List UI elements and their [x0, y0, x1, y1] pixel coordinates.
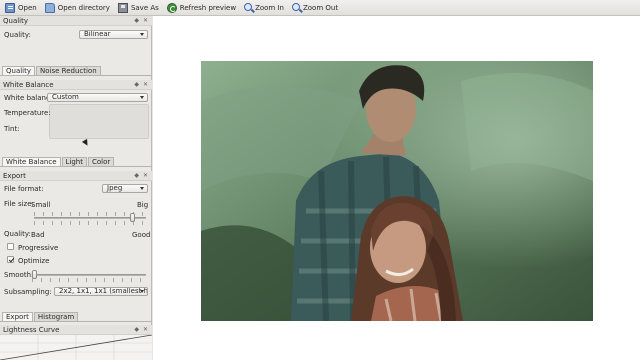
smooth-label: Smooth:	[4, 271, 34, 279]
float-icon[interactable]: ◆	[134, 80, 139, 89]
zoom-in-icon	[244, 3, 253, 11]
tab-noise-reduction[interactable]: Noise Reduction	[36, 66, 101, 75]
quality-select-value: Bilinear	[84, 30, 111, 38]
lightness-curve-panel-title: Lightness Curve	[3, 326, 60, 334]
chevron-down-icon	[140, 290, 144, 293]
divider	[0, 321, 152, 322]
optimize-checkbox[interactable]	[7, 256, 14, 263]
refresh-preview-button[interactable]: Refresh preview	[165, 1, 240, 15]
preview-photo	[201, 61, 593, 321]
lightness-curve-panel: Lightness Curve ◆ ✕	[0, 325, 152, 360]
open-directory-button[interactable]: Open directory	[43, 1, 114, 15]
tab-light[interactable]: Light	[61, 157, 87, 166]
settings-dock: Quality ◆ ✕ Quality: Bilinear Quality Noi…	[0, 16, 152, 360]
save-icon	[117, 2, 128, 13]
float-icon[interactable]: ◆	[134, 16, 139, 25]
white-balance-tabs: White Balance Light Color	[2, 157, 115, 166]
file-format-select-value: Jpeg	[107, 184, 123, 192]
quality-panel-header: Quality ◆ ✕	[0, 16, 152, 26]
chevron-down-icon	[140, 33, 144, 36]
save-as-label: Save As	[130, 3, 159, 12]
quality-max-label: Good	[132, 231, 151, 239]
quality-min-label: Bad	[31, 231, 45, 239]
tab-export[interactable]: Export	[2, 312, 33, 321]
smooth-slider-handle[interactable]	[32, 270, 37, 279]
subsampling-label: Subsampling:	[4, 288, 52, 296]
refresh-icon	[166, 2, 177, 13]
lightness-curve-graph[interactable]	[0, 335, 152, 360]
file-format-label: File format:	[4, 185, 44, 193]
save-as-button[interactable]: Save As	[116, 1, 163, 15]
file-size-slider-track[interactable]	[34, 217, 146, 219]
divider	[0, 75, 152, 76]
white-balance-select-value: Custom	[52, 93, 79, 101]
folder-icon	[44, 2, 55, 13]
export-panel: Export ◆ ✕	[0, 171, 152, 181]
smooth-slider-track[interactable]	[32, 274, 146, 276]
open-button-label: Open	[18, 3, 37, 12]
optimize-label: Optimize	[18, 257, 50, 265]
export-tabs: Export Histogram	[2, 312, 79, 321]
white-balance-panel-header: White Balance ◆ ✕	[0, 80, 152, 90]
white-balance-panel-title: White Balance	[3, 81, 54, 89]
temperature-label: Temperature:	[4, 109, 51, 117]
open-button[interactable]: Open	[3, 1, 41, 15]
main-toolbar: Open Open directory Save As Refresh prev…	[0, 0, 640, 16]
file-size-slider-handle[interactable]	[130, 213, 136, 222]
zoom-out-icon	[291, 3, 300, 11]
subsampling-select[interactable]: 2x2, 1x1, 1x1 (smallest file)	[54, 287, 148, 296]
open-directory-label: Open directory	[57, 3, 110, 12]
close-icon[interactable]: ✕	[143, 80, 148, 89]
subsampling-select-value: 2x2, 1x1, 1x1 (smallest file)	[59, 287, 148, 295]
file-size-min-label: Small	[31, 201, 51, 209]
white-balance-panel: White Balance ◆ ✕	[0, 80, 152, 90]
file-size-max-label: Big	[137, 201, 149, 209]
white-balance-select[interactable]: Custom	[47, 93, 148, 102]
export-quality-label: Quality:	[4, 230, 31, 238]
file-format-select[interactable]: Jpeg	[102, 184, 148, 193]
progressive-label: Progressive	[18, 244, 59, 252]
photo-couple-image	[201, 61, 593, 321]
file-size-label: File size:	[4, 200, 34, 208]
tint-label: Tint:	[4, 125, 20, 133]
quality-label: Quality:	[4, 31, 31, 39]
float-icon[interactable]: ◆	[134, 171, 139, 180]
quality-panel-title: Quality	[3, 17, 29, 25]
refresh-preview-label: Refresh preview	[179, 3, 237, 12]
divider	[0, 166, 152, 167]
tab-histogram[interactable]: Histogram	[33, 312, 79, 321]
chevron-down-icon	[140, 96, 144, 99]
zoom-out-button[interactable]: Zoom Out	[290, 1, 342, 15]
close-icon[interactable]: ✕	[143, 16, 148, 25]
lightness-curve-panel-header: Lightness Curve ◆ ✕	[0, 325, 152, 335]
progressive-checkbox[interactable]	[7, 243, 14, 250]
quality-tabs: Quality Noise Reduction	[2, 66, 102, 75]
open-file-icon	[5, 2, 15, 13]
tab-quality[interactable]: Quality	[2, 66, 36, 75]
tab-color[interactable]: Color	[87, 157, 115, 166]
file-size-ticks	[34, 221, 146, 225]
file-size-ticks	[34, 212, 146, 216]
export-panel-title: Export	[3, 172, 26, 180]
quality-select[interactable]: Bilinear	[79, 30, 148, 39]
close-icon[interactable]: ✕	[143, 325, 148, 334]
float-icon[interactable]: ◆	[134, 325, 139, 334]
tab-white-balance[interactable]: White Balance	[2, 157, 61, 166]
zoom-in-button[interactable]: Zoom In	[242, 1, 288, 15]
export-panel-header: Export ◆ ✕	[0, 171, 152, 181]
mouse-cursor-icon	[81, 138, 91, 148]
close-icon[interactable]: ✕	[143, 171, 148, 180]
zoom-in-label: Zoom In	[255, 3, 284, 12]
preview-canvas[interactable]	[153, 16, 640, 360]
zoom-out-label: Zoom Out	[302, 3, 339, 12]
smooth-ticks	[32, 278, 146, 282]
custom-white-balance-area[interactable]	[49, 104, 149, 139]
chevron-down-icon	[140, 187, 144, 190]
